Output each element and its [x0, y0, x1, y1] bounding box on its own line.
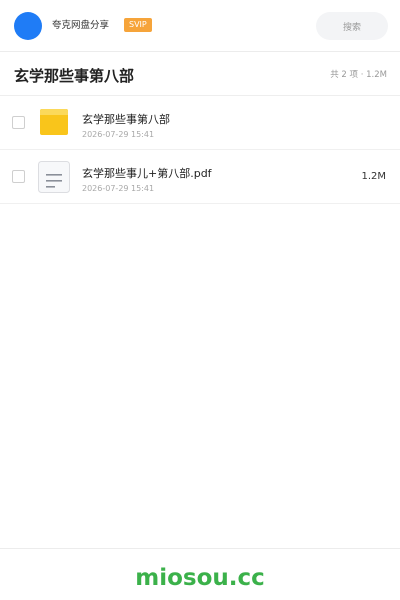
list-item[interactable]: 玄学那些事儿+第八部.pdf 2026-07-29 15:41 1.2M: [0, 150, 400, 204]
file-summary: 共 2 项 · 1.2M: [330, 70, 387, 80]
file-name: 玄学那些事儿+第八部.pdf: [82, 167, 212, 180]
folder-icon: [38, 107, 70, 139]
file-time: 2026-07-29 15:41: [82, 130, 155, 139]
list-item[interactable]: 玄学那些事第八部 2026-07-29 15:41: [0, 96, 400, 150]
app-name: 夸克网盘分享: [52, 20, 110, 31]
share-page: 夸克网盘分享 SVIP 搜索 玄学那些事第八部 共 2 项 · 1.2M 玄学那…: [0, 0, 400, 600]
footer: miosou.cc: [0, 548, 400, 600]
top-bar: 夸克网盘分享 SVIP 搜索: [0, 0, 400, 52]
select-checkbox[interactable]: [12, 170, 25, 183]
search-input[interactable]: 搜索: [316, 12, 388, 40]
select-checkbox[interactable]: [12, 116, 25, 129]
watermark: miosou.cc: [135, 565, 265, 591]
title-row: 玄学那些事第八部 共 2 项 · 1.2M: [0, 52, 400, 96]
file-name: 玄学那些事第八部: [82, 113, 170, 126]
document-icon: [38, 161, 70, 193]
svip-badge: SVIP: [124, 18, 152, 32]
avatar[interactable]: [14, 12, 42, 40]
page-title: 玄学那些事第八部: [14, 67, 135, 85]
file-time: 2026-07-29 15:41: [82, 184, 155, 193]
file-size: 1.2M: [361, 171, 386, 182]
